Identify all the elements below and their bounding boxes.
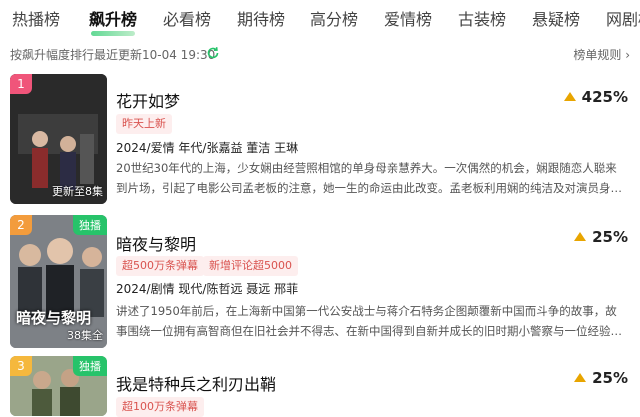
tag-badge: 超100万条弹幕 — [116, 397, 204, 417]
exclusive-badge: 独播 — [73, 356, 107, 376]
tab-web-drama[interactable]: 网剧榜 — [606, 9, 640, 31]
tab-anticipated[interactable]: 期待榜 — [237, 9, 285, 31]
episode-status: 更新至8集 — [52, 185, 103, 198]
refresh-icon[interactable] — [206, 46, 220, 60]
tab-costume[interactable]: 古装榜 — [458, 9, 506, 31]
sort-update-text: 按飙升幅度排行最近更新10-04 19:30 — [10, 48, 216, 62]
tag-badge: 新增评论超5000 — [203, 256, 298, 276]
rise-percentage: 25% — [574, 369, 628, 387]
tab-high-score[interactable]: 高分榜 — [310, 9, 358, 31]
show-description: 20世纪30年代的上海，少女娴由经营照相馆的单身母亲慧养大。一次偶然的机会，娴跟… — [116, 161, 622, 195]
rise-percentage: 25% — [574, 228, 628, 246]
tag-badge: 超500万条弹幕 — [116, 256, 204, 276]
show-meta: 2024/剧情 现代/陈哲远 聂远 邢菲 — [116, 282, 299, 296]
ranking-item[interactable]: 1 更新至8集 花开如梦 425% 昨天上新 2024/爱情 年代/张嘉益 董洁… — [0, 72, 640, 204]
rise-percentage: 425% — [563, 88, 628, 106]
rise-arrow-icon — [574, 373, 587, 382]
show-title[interactable]: 暗夜与黎明 — [116, 231, 196, 255]
sort-info-bar: 按飙升幅度排行最近更新10-04 19:30 榜单规则 › — [0, 43, 640, 65]
tab-hot[interactable]: 热播榜 — [12, 9, 60, 31]
poster-image[interactable]: 2 独播 暗夜与黎明 38集全 — [10, 215, 107, 348]
ranking-item[interactable]: 2 独播 暗夜与黎明 38集全 暗夜与黎明 25% 超500万条弹幕 新增评论超… — [0, 214, 640, 349]
tag-badge: 昨天上新 — [116, 114, 172, 134]
rules-link[interactable]: 榜单规则 › — [573, 46, 630, 63]
poster-image[interactable]: 1 更新至8集 — [10, 74, 107, 204]
ranking-tabs: 热播榜 飙升榜 必看榜 期待榜 高分榜 爱情榜 古装榜 悬疑榜 网剧榜 — [0, 0, 640, 42]
rise-value: 425% — [581, 88, 628, 106]
episode-status: 38集全 — [67, 329, 103, 342]
tab-rising[interactable]: 飙升榜 — [89, 9, 138, 36]
show-title[interactable]: 花开如梦 — [116, 88, 180, 112]
show-title[interactable]: 我是特种兵之利刃出鞘 — [116, 371, 276, 395]
poster-title: 暗夜与黎明 — [16, 309, 92, 327]
rise-arrow-icon — [574, 232, 587, 241]
rank-badge: 1 — [10, 74, 32, 94]
rise-arrow-icon — [563, 92, 576, 101]
tab-rising-label: 飙升榜 — [89, 10, 138, 29]
rank-badge: 3 — [10, 356, 32, 376]
active-tab-indicator — [91, 31, 136, 36]
show-meta: 2024/爱情 年代/张嘉益 董洁 王琳 — [116, 141, 299, 155]
tab-must-watch[interactable]: 必看榜 — [163, 9, 211, 31]
tab-suspense[interactable]: 悬疑榜 — [532, 9, 580, 31]
ranking-item[interactable]: 3 独播 我是特种兵之利刃出鞘 25% 超100万条弹幕 — [0, 356, 640, 417]
rise-value: 25% — [592, 369, 628, 387]
tab-romance[interactable]: 爱情榜 — [384, 9, 432, 31]
show-description: 讲述了1950年前后，在上海新中国第一代公安战士与蒋介石特务企图颠覆新中国而斗争… — [116, 304, 617, 338]
rise-value: 25% — [592, 228, 628, 246]
exclusive-badge: 独播 — [73, 215, 107, 235]
rank-badge: 2 — [10, 215, 32, 235]
poster-image[interactable]: 3 独播 — [10, 356, 107, 416]
